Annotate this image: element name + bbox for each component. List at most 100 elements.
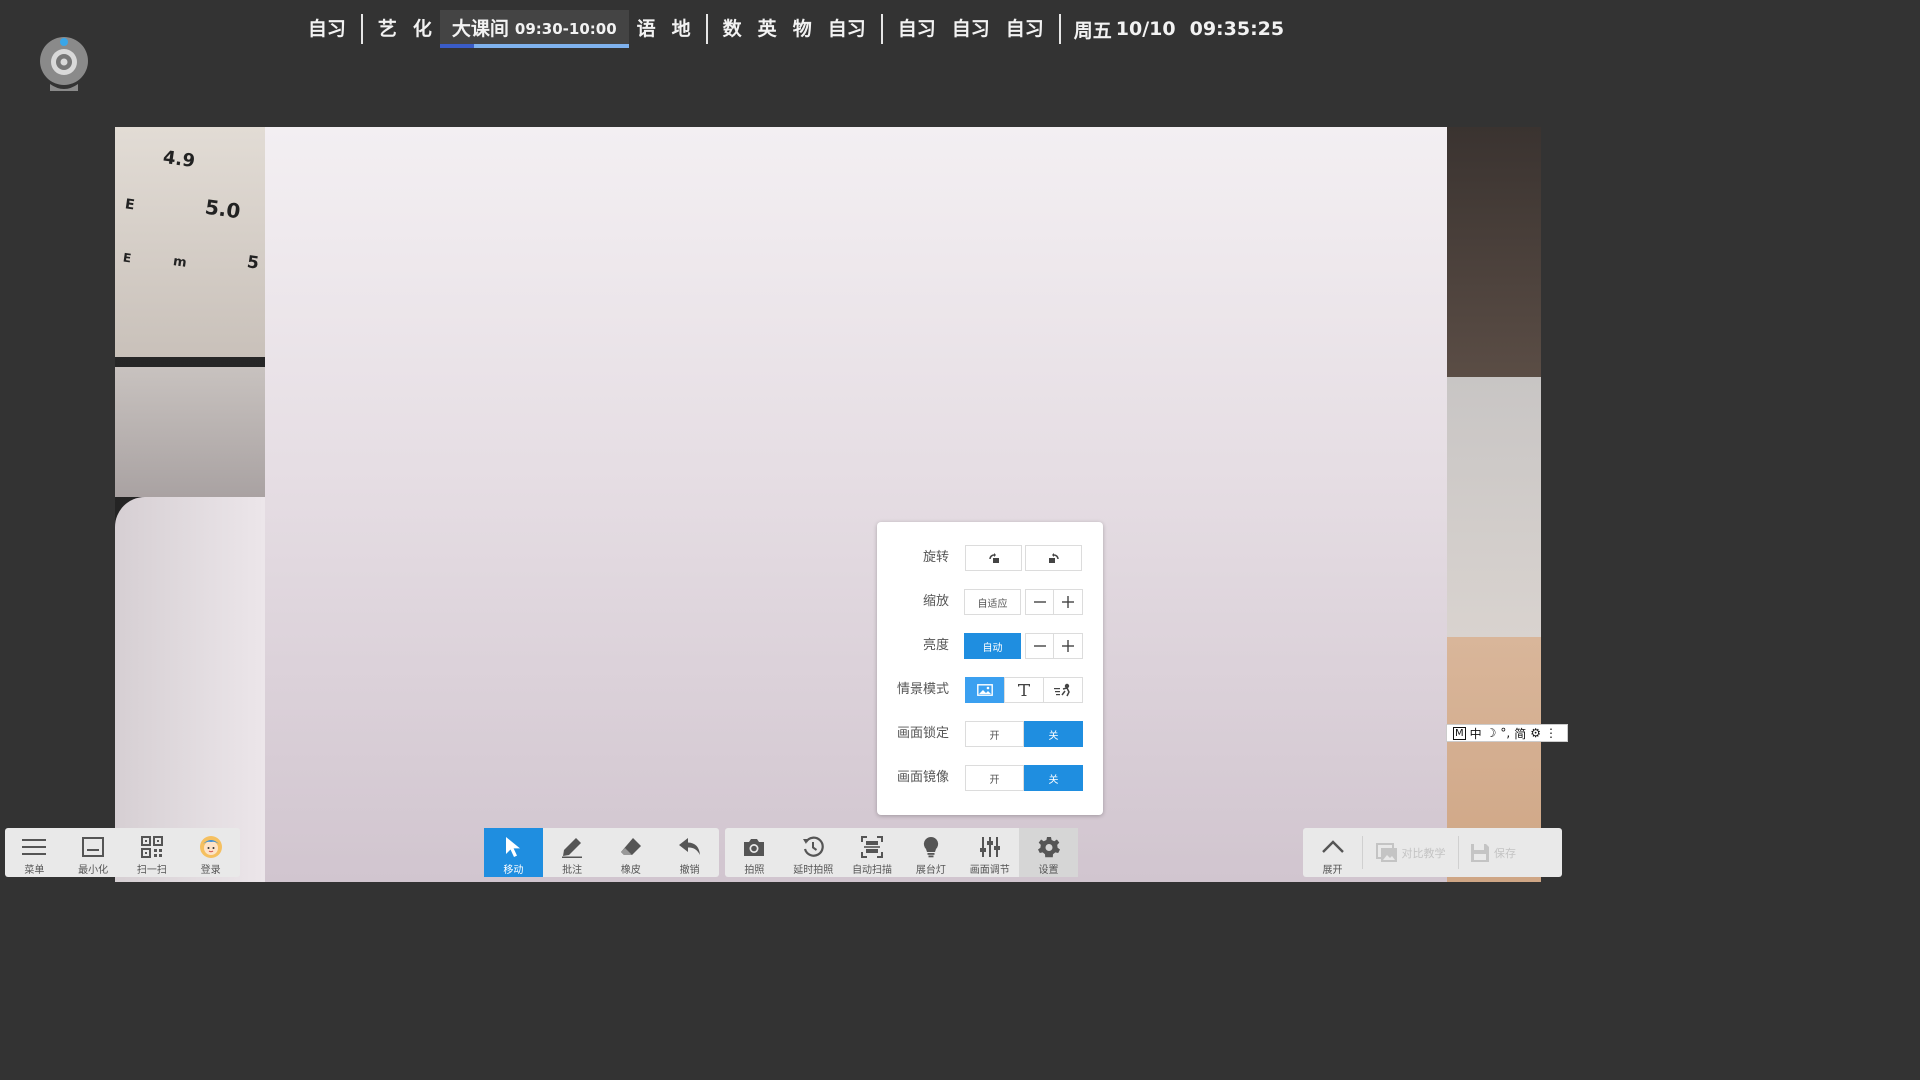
compare-teaching-button[interactable]: 对比教学 (1363, 828, 1458, 877)
chevron-up-icon (1321, 840, 1344, 853)
eraser-tool-button[interactable]: 橡皮 (602, 828, 661, 877)
zoom-label: 缩放 (922, 594, 949, 609)
minimize-button[interactable]: 最小化 (64, 828, 123, 877)
eye-chart-mark: 5.0 (203, 194, 242, 224)
scene-photo-icon (977, 684, 993, 696)
schedule-divider (360, 14, 363, 44)
save-button[interactable]: 保存 (1459, 828, 1527, 877)
ime-mode[interactable]: M (1453, 726, 1466, 740)
brightness-auto-button[interactable]: 自动 (964, 633, 1021, 659)
timer-photo-button[interactable]: 延时拍照 (784, 828, 843, 877)
scene-photo-button[interactable] (965, 677, 1005, 703)
scene-text-button[interactable] (1004, 677, 1044, 703)
brightness-row: 亮度 自动 (877, 633, 1103, 659)
capture-photo-button[interactable]: 拍照 (725, 828, 784, 877)
move-tool-button[interactable]: 移动 (484, 828, 543, 877)
schedule-slot: 自习 (827, 17, 866, 40)
save-icon (1471, 843, 1489, 862)
save-label: 保存 (1494, 846, 1516, 860)
annotate-tool-label: 批注 (562, 865, 583, 876)
ime-script[interactable]: 简 (1514, 725, 1526, 741)
menu-label: 菜单 (24, 865, 45, 876)
image-adjust-label: 画面调节 (969, 865, 1010, 876)
lock-on-button[interactable]: 开 (965, 721, 1024, 747)
capture-photo-label: 拍照 (744, 865, 765, 876)
undo-label: 撤销 (679, 865, 700, 876)
schedule-slot: 英 (757, 17, 777, 40)
schedule-slot: 化 (412, 17, 432, 40)
zoom-fit-button[interactable]: 自适应 (964, 589, 1021, 615)
lock-off-button[interactable]: 关 (1024, 721, 1083, 747)
eye-chart-mark: 4.9 (161, 146, 197, 173)
login-button[interactable]: 登录 (181, 828, 240, 877)
camera-icon (744, 839, 765, 856)
schedule-slot: 物 (792, 17, 812, 40)
scene-motion-button[interactable] (1043, 677, 1083, 703)
avatar-icon (199, 836, 222, 858)
ime-toolbar[interactable]: M 中 ☽ °, 简 ⚙ ⋮ (1446, 724, 1568, 742)
ime-punct[interactable]: °, (1500, 726, 1510, 740)
schedule-slot: 自习 (897, 17, 936, 40)
brightness-up-button[interactable] (1053, 633, 1083, 659)
lock-row: 画面锁定 开 关 (877, 721, 1103, 747)
weekday: 周五 (1073, 19, 1112, 42)
schedule-slot: 自习 (1005, 17, 1044, 40)
webcam-icon[interactable] (38, 36, 90, 94)
auto-scan-button[interactable]: 自动扫描 (843, 828, 902, 877)
booth-lamp-label: 展台灯 (915, 865, 946, 876)
menu-button[interactable]: 菜单 (5, 828, 64, 877)
schedule-slot: 地 (671, 17, 691, 40)
ime-gear-icon[interactable]: ⚙ (1530, 726, 1541, 740)
sliders-icon (979, 837, 1000, 857)
mirror-on-button[interactable]: 开 (965, 765, 1024, 791)
plus-icon (1062, 640, 1074, 652)
move-tool-label: 移动 (503, 865, 524, 876)
rotate-left-button[interactable] (965, 545, 1022, 571)
cursor-icon (506, 837, 521, 857)
app-toolbar: 菜单 最小化 扫一扫 登录 (5, 828, 240, 877)
brightness-down-button[interactable] (1025, 633, 1054, 659)
scene-mode-row: 情景模式 (877, 677, 1103, 703)
preview-right-bright (1446, 377, 1541, 637)
expand-button[interactable]: 展开 (1303, 828, 1362, 877)
ime-lang[interactable]: 中 (1470, 725, 1482, 741)
booth-lamp-button[interactable]: 展台灯 (901, 828, 960, 877)
annotation-toolbar: 移动 批注 橡皮 撤销 (484, 828, 719, 877)
minimize-label: 最小化 (78, 865, 109, 876)
schedule-slot: 艺 (377, 17, 397, 40)
scan-qr-label: 扫一扫 (136, 865, 167, 876)
ime-moon-icon[interactable]: ☽ (1486, 726, 1497, 740)
clock-time: 09:35:25 (1189, 18, 1285, 40)
expand-label: 展开 (1322, 865, 1343, 876)
scene-text-icon (1018, 684, 1030, 696)
rotate-label: 旋转 (922, 550, 949, 565)
preview-left-paper (115, 497, 265, 882)
undo-button[interactable]: 撤销 (660, 828, 719, 877)
scene-mode-label: 情景模式 (896, 682, 949, 697)
zoom-out-button[interactable] (1025, 589, 1054, 615)
undo-icon (678, 838, 700, 855)
schedule-divider (1058, 14, 1061, 44)
menu-icon (22, 839, 47, 855)
mirror-off-button[interactable]: 关 (1024, 765, 1083, 791)
zoom-in-button[interactable] (1053, 589, 1083, 615)
gear-icon (1037, 837, 1060, 858)
camera-preview[interactable]: 4.9 5.0 E m 5 E (115, 127, 1541, 882)
rotate-left-icon (988, 553, 999, 563)
schedule-slot: 自习 (951, 17, 990, 40)
rotate-row: 旋转 (877, 545, 1103, 571)
lock-label: 画面锁定 (896, 726, 949, 741)
current-period: 大课间 09:30-10:00 (439, 10, 629, 48)
annotate-tool-button[interactable]: 批注 (543, 828, 602, 877)
image-adjust-button[interactable]: 画面调节 (960, 828, 1019, 877)
eye-chart-mark: m (172, 254, 188, 271)
ime-more-icon[interactable]: ⋮ (1545, 726, 1557, 740)
current-period-time: 09:30-10:00 (514, 19, 617, 38)
schedule-divider (705, 14, 708, 44)
scan-icon (861, 836, 884, 858)
rotate-right-button[interactable] (1025, 545, 1082, 571)
extra-toolbar: 展开 对比教学 保存 (1303, 828, 1562, 877)
scan-qr-button[interactable]: 扫一扫 (123, 828, 182, 877)
settings-button[interactable]: 设置 (1019, 828, 1078, 877)
minimize-icon (82, 837, 105, 857)
